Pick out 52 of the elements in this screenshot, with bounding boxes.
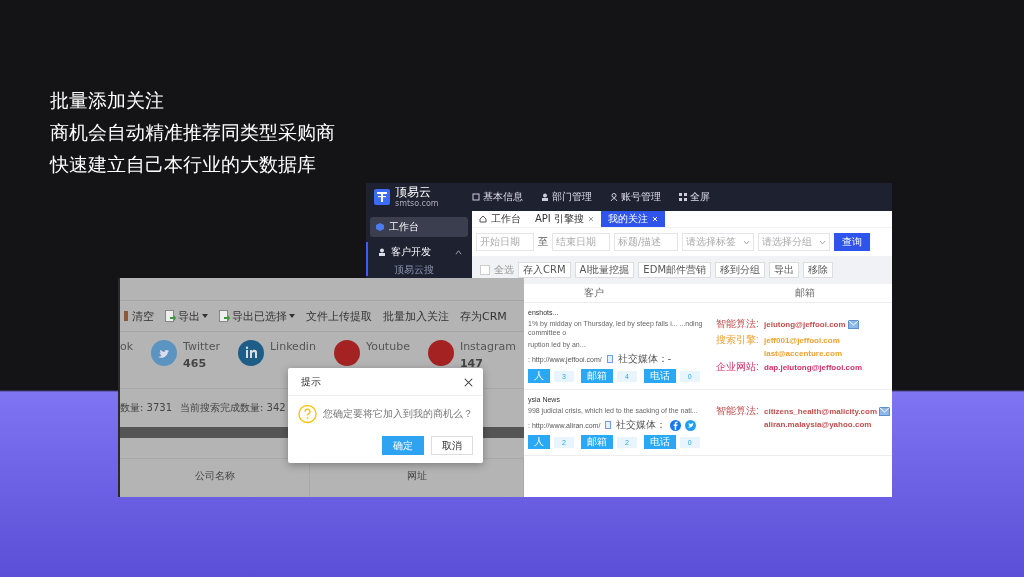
tab[interactable]: 我的关注 <box>601 211 665 227</box>
dialog-title: 提示 <box>301 375 321 389</box>
range-separator: 至 <box>538 235 548 249</box>
headline-line: 快速建立自己本行业的大数据库 <box>50 152 317 176</box>
nav-item[interactable]: 账号管理 <box>610 190 661 204</box>
email-source: 搜索引擎: <box>716 333 760 347</box>
stat-text: 数量: 3731 <box>120 401 172 415</box>
toolbar-item[interactable]: 批量加入关注 <box>383 308 449 324</box>
toolbar-item[interactable]: 导出已选择 <box>219 308 295 324</box>
headline-line: 商机会自动精准推荐同类型采购商 <box>50 120 336 144</box>
social-media-label: 社交媒体： <box>616 418 667 432</box>
email-address[interactable]: dap.jelutong@jeffooi.com <box>764 362 863 372</box>
headline-line: 批量添加关注 <box>50 88 165 112</box>
email-address[interactable]: aliran.malaysia@yahoo.com <box>764 420 872 429</box>
network-name: ok <box>120 340 134 353</box>
network-count: 147 <box>459 357 484 370</box>
toolbar-button[interactable]: 导出 <box>769 262 799 278</box>
toolbar-item[interactable]: 存为CRM <box>460 308 507 324</box>
toolbar-item[interactable]: 文件上传提取 <box>306 308 372 324</box>
network-name: Youtube <box>365 340 410 353</box>
nav-item[interactable]: 部门管理 <box>541 190 592 204</box>
sidebar-subitem[interactable]: 顶易云搜 <box>368 264 472 276</box>
network-name: Twitter <box>183 340 220 353</box>
email-source: 企业网站: <box>716 360 760 374</box>
social-media-label: 社交媒体：- <box>617 352 672 366</box>
toolbar-button[interactable]: AI批量挖掘 <box>574 262 635 278</box>
toolbar-button[interactable]: 移除 <box>803 262 833 278</box>
email-address[interactable]: citizens_health@malicity.com <box>764 406 878 416</box>
nav-item[interactable]: 基本信息 <box>472 190 523 204</box>
sidebar-item[interactable]: 工作台 <box>370 217 468 237</box>
query-button[interactable]: 查询 <box>834 233 870 251</box>
brand-name: 顶易云 <box>395 186 432 199</box>
select-all-label: 全选 <box>494 263 514 277</box>
network-name: Linkedin <box>270 340 316 353</box>
network-name: Instagram <box>459 340 516 353</box>
email-source: 智能算法: <box>716 404 760 418</box>
sidebar-item[interactable]: 客户开发 <box>372 242 468 262</box>
brand-domain: smtso.com <box>395 199 439 208</box>
dialog-message: 您确定要将它加入到我的商机么？ <box>323 407 473 421</box>
stat-text: 当前搜索完成数量: 342 <box>180 401 286 415</box>
nav-item[interactable]: 全屏 <box>679 190 710 204</box>
column-header: 客户 <box>583 286 605 300</box>
email-source: 智能算法: <box>716 317 760 331</box>
toolbar-item[interactable]: 清空 <box>124 308 154 324</box>
toolbar-item[interactable]: 导出 <box>165 308 208 324</box>
toolbar-button[interactable]: 移到分组 <box>715 262 765 278</box>
column-header: 邮箱 <box>793 286 816 300</box>
network-count: 465 <box>183 357 208 370</box>
toolbar-button[interactable]: EDM邮件营销 <box>638 262 711 278</box>
toolbar-button[interactable]: 存入CRM <box>518 262 571 278</box>
cancel-button[interactable]: 取消 <box>431 436 473 455</box>
email-address[interactable]: jelutong@jeffooi.com <box>764 319 846 329</box>
